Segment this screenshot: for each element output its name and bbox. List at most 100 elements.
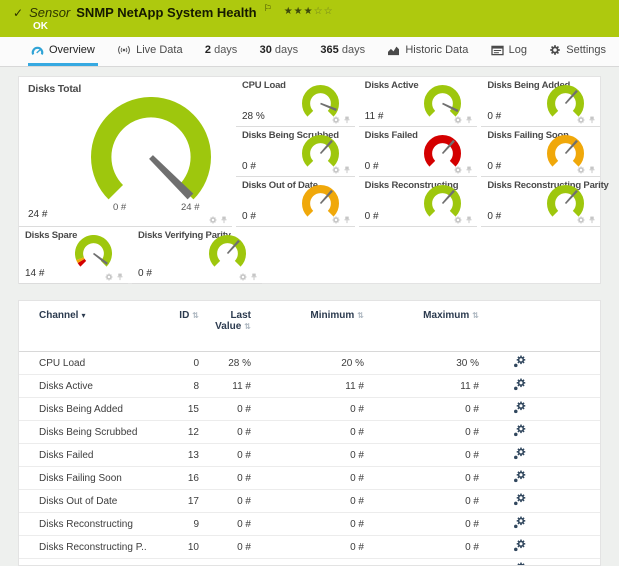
tab-bar: Overview Live Data 2 days 30 days 365 days Hi… [0,37,619,67]
channel-settings-gear-icon[interactable] [513,355,526,368]
table-row-disks-being-added: Disks Being Added150 #0 #0 # [19,398,600,421]
gear-icon[interactable] [332,116,340,124]
maximum-value: 0 # [364,519,479,530]
column-header-id[interactable]: ID⇅ [169,310,199,321]
channel-settings-cell[interactable] [479,378,559,394]
pin-icon[interactable] [343,216,351,224]
gear-icon[interactable] [209,216,217,224]
tab-settings[interactable]: Settings [546,37,609,66]
channel-settings-gear-icon[interactable] [513,516,526,529]
channel-settings-cell[interactable] [479,539,559,555]
gauge-tile-disks-total[interactable]: Disks Total0 #24 #24 # [19,77,232,227]
channel-settings-cell[interactable] [479,424,559,440]
channel-id: 17 [169,496,199,507]
channel-settings-cell[interactable] [479,447,559,463]
last-value: 0 # [199,519,251,530]
column-header-minimum[interactable]: Minimum⇅ [251,310,364,321]
tab-2-days[interactable]: 2 days [202,37,240,66]
gear-icon[interactable] [577,116,585,124]
channel-id: 12 [169,427,199,438]
pin-icon[interactable] [588,216,596,224]
gear-icon[interactable] [454,116,462,124]
channel-name: Disks Active [39,381,169,392]
bottom-gauges-row: Disks Spare14 #Disks Verifying Parity0 # [19,227,262,284]
gauge-tile-disks-failed[interactable]: Disks Failed0 # [359,127,478,177]
gauge-tile-disks-verifying-parity[interactable]: Disks Verifying Parity0 # [132,227,262,284]
channel-name: Disks Out of Date [39,496,169,507]
channel-settings-cell[interactable] [479,470,559,486]
pin-icon[interactable] [465,216,473,224]
pin-icon[interactable] [465,116,473,124]
flag-icon[interactable]: ⚐ [264,3,272,14]
gear-icon[interactable] [454,216,462,224]
table-header-row: Channel▾ID⇅LastValue⇅Minimum⇅Maximum⇅ [19,301,600,352]
gauge-tile-disks-being-scrubbed[interactable]: Disks Being Scrubbed0 # [236,127,355,177]
column-header-maximum[interactable]: Maximum⇅ [364,310,479,321]
tab-365-days[interactable]: 365 days [317,37,368,66]
sort-icon: ⇅ [472,311,479,320]
channel-settings-gear-icon[interactable] [513,378,526,391]
gauge-tile-disks-being-added[interactable]: Disks Being Added0 # [481,77,600,127]
gauge-tile-disks-reconstructing-parity[interactable]: Disks Reconstructing Parity0 # [481,177,600,227]
channel-settings-gear-icon[interactable] [513,562,526,566]
column-header-last-value[interactable]: LastValue⇅ [199,310,251,332]
gauge-scale-min: 0 # [113,202,126,213]
pin-icon[interactable] [588,116,596,124]
star-filled-icon: ★ [294,6,304,17]
tab-log[interactable]: Log [488,37,530,66]
minimum-value: 20 % [251,358,364,369]
tab-label: Live Data [136,44,182,56]
channel-settings-cell[interactable] [479,401,559,417]
tab-overview[interactable]: Overview [28,37,98,66]
gear-icon[interactable] [239,273,247,281]
channel-settings-cell[interactable] [479,355,559,371]
star-empty-icon: ☆ [324,6,334,17]
tab-label: Log [509,44,527,56]
tab-historic-data[interactable]: Historic Data [384,37,471,66]
pin-icon[interactable] [465,166,473,174]
pin-icon[interactable] [250,273,258,281]
gauge-tile-disks-spare[interactable]: Disks Spare14 # [19,227,128,284]
tab-label: 30 [260,44,272,56]
gauge-tile-cpu-load[interactable]: CPU Load28 % [236,77,355,127]
channel-settings-cell[interactable] [479,516,559,532]
log-icon [491,45,504,56]
column-header-channel[interactable]: Channel▾ [39,310,169,321]
gear-icon[interactable] [332,166,340,174]
gear-icon[interactable] [454,166,462,174]
channel-name: Disks Failing Soon [39,473,169,484]
pin-icon[interactable] [343,166,351,174]
gauge-tile-disks-out-of-date[interactable]: Disks Out of Date0 # [236,177,355,227]
channel-settings-gear-icon[interactable] [513,447,526,460]
channel-settings-cell[interactable] [479,562,559,566]
channel-settings-gear-icon[interactable] [513,470,526,483]
gear-icon[interactable] [577,216,585,224]
tab-30-days[interactable]: 30 days [257,37,302,66]
channel-settings-gear-icon[interactable] [513,539,526,552]
sort-desc-icon: ▾ [81,311,85,320]
channel-settings-gear-icon[interactable] [513,493,526,506]
channel-settings-gear-icon[interactable] [513,424,526,437]
table-row-disks-active: Disks Active811 #11 #11 # [19,375,600,398]
pin-icon[interactable] [116,273,124,281]
channel-settings-gear-icon[interactable] [513,401,526,414]
pin-icon[interactable] [588,166,596,174]
star-filled-icon: ★ [304,6,314,17]
table-row-disks-being-scrubbed: Disks Being Scrubbed120 #0 #0 # [19,421,600,444]
pin-icon[interactable] [343,116,351,124]
priority-stars[interactable]: ★★★☆☆ [284,6,334,17]
pin-icon[interactable] [220,216,228,224]
gauge-value: 0 # [487,211,501,222]
gauge-tile-disks-reconstructing[interactable]: Disks Reconstructing0 # [359,177,478,227]
gauge-tile-disks-active[interactable]: Disks Active11 # [359,77,478,127]
tab-live-data[interactable]: Live Data [114,37,185,66]
minimum-value: 0 # [251,496,364,507]
minimum-value: 0 # [251,542,364,553]
gear-icon[interactable] [332,216,340,224]
gear-icon[interactable] [105,273,113,281]
table-row-disks-spare: Disks Spare1414 #14 #14 # [19,559,600,566]
gear-icon[interactable] [577,166,585,174]
gauge-tile-disks-failing-soon[interactable]: Disks Failing Soon0 # [481,127,600,177]
sort-icon: ⇅ [192,311,199,320]
channel-settings-cell[interactable] [479,493,559,509]
